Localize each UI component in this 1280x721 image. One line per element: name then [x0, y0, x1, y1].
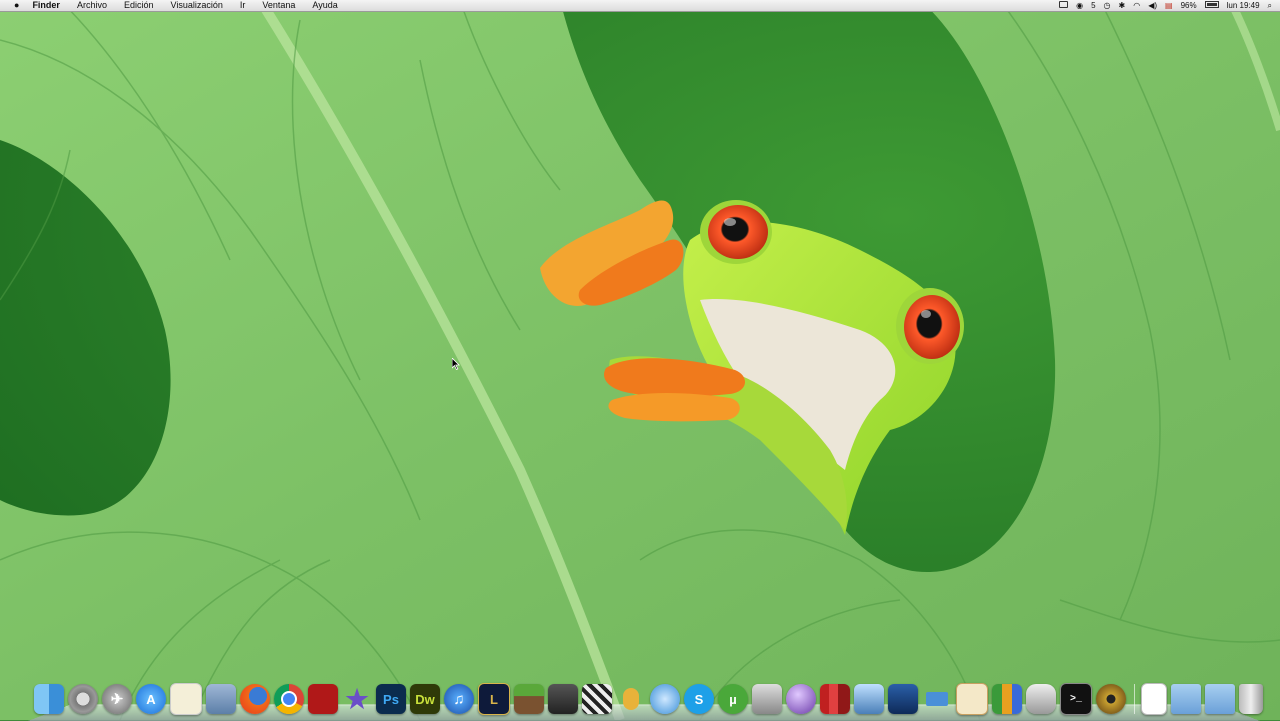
folder-icon[interactable]	[1171, 684, 1201, 714]
menu-bar: ● Finder Archivo Edición Visualización I…	[0, 0, 1280, 12]
system-preferences-icon[interactable]	[68, 684, 98, 714]
volume-icon[interactable]: ◀)	[1148, 0, 1157, 11]
imovie-star-icon[interactable]: ★	[342, 684, 372, 714]
notes-icon[interactable]	[170, 683, 202, 715]
firefox-icon[interactable]	[240, 684, 270, 714]
minecraft-icon[interactable]	[514, 684, 544, 714]
pineapple-icon[interactable]	[616, 684, 646, 714]
time-machine-icon[interactable]: ◷	[1104, 0, 1111, 11]
dock-apps: ✈ A ★ Ps Dw ♫ L S µ >_	[34, 682, 1267, 716]
menu-edicion[interactable]: Edición	[124, 0, 154, 11]
status-count[interactable]: 5	[1091, 0, 1095, 11]
launchpad-icon[interactable]: ✈	[102, 684, 132, 714]
numbers-icon[interactable]	[992, 684, 1022, 714]
itunes-label: ♫	[453, 690, 465, 708]
utorrent-label: µ	[729, 691, 737, 707]
xcode-icon[interactable]	[888, 684, 918, 714]
chrome-icon[interactable]	[274, 684, 304, 714]
apple-logo-icon[interactable]: ●	[14, 0, 19, 11]
app-store-label: A	[146, 691, 156, 707]
photoshop-label: Ps	[383, 691, 399, 707]
dreamweaver-icon[interactable]: Dw	[410, 684, 440, 714]
league-label: L	[490, 691, 498, 707]
sphere-icon[interactable]	[786, 684, 816, 714]
app-store-icon[interactable]: A	[136, 684, 166, 714]
finder-icon[interactable]	[34, 684, 64, 714]
disk-utility-icon[interactable]	[1026, 684, 1056, 714]
trash-icon[interactable]	[1239, 684, 1263, 714]
menu-bar-left: ● Finder Archivo Edición Visualización I…	[14, 0, 355, 11]
monitor-icon[interactable]	[854, 684, 884, 714]
steam-icon[interactable]	[548, 684, 578, 714]
utorrent-icon[interactable]: µ	[718, 684, 748, 714]
dock-separator	[1134, 684, 1135, 714]
downloads-folder-icon[interactable]	[1205, 684, 1235, 714]
menu-archivo[interactable]: Archivo	[77, 0, 107, 11]
search-icon[interactable]: ⌕	[1268, 0, 1272, 11]
menu-bar-status: ◉ 5 ◷ ✱ ◠ ◀) ▤ 96% lun 19:49 ⌕	[1051, 0, 1272, 11]
desktop-wallpaper	[0, 0, 1280, 720]
menu-ventana[interactable]: Ventana	[262, 0, 295, 11]
menu-visualizacion[interactable]: Visualización	[171, 0, 223, 11]
dock: ✈ A ★ Ps Dw ♫ L S µ >_	[28, 680, 1263, 721]
screen-record-icon[interactable]	[1059, 0, 1069, 11]
terminal-icon[interactable]: >_	[1060, 683, 1092, 715]
clock[interactable]: lun 19:49	[1227, 0, 1260, 11]
skype-icon[interactable]: S	[684, 684, 714, 714]
menu-ir[interactable]: Ir	[240, 0, 246, 11]
photo-booth-icon[interactable]	[308, 684, 338, 714]
flag-icon[interactable]: ▤	[1165, 0, 1173, 11]
wifi-icon[interactable]: ◠	[1133, 0, 1140, 11]
league-icon[interactable]: L	[478, 683, 510, 715]
bluetooth-icon[interactable]: ✱	[1119, 0, 1126, 11]
skype-label: S	[694, 691, 704, 707]
battery-percent[interactable]: 96%	[1181, 0, 1197, 11]
mouse-cursor-icon	[452, 358, 460, 370]
menu-ayuda[interactable]: Ayuda	[312, 0, 337, 11]
photoshop-icon[interactable]: Ps	[376, 684, 406, 714]
notification-icon[interactable]: ◉	[1076, 0, 1083, 11]
screen-capture-icon[interactable]	[752, 684, 782, 714]
document-icon[interactable]	[1141, 683, 1167, 715]
disc-icon[interactable]	[1096, 684, 1126, 714]
dreamweaver-label: Dw	[415, 691, 435, 707]
menu-app-name[interactable]: Finder	[32, 0, 60, 11]
battery-icon[interactable]	[1204, 0, 1219, 11]
itunes-icon[interactable]: ♫	[444, 684, 474, 714]
imovie-label: ★	[345, 684, 369, 714]
sync-icon[interactable]	[650, 684, 680, 714]
pages-icon[interactable]	[956, 683, 988, 715]
books-icon[interactable]	[820, 684, 850, 714]
preview-icon[interactable]	[206, 684, 236, 714]
terminal-label: >_	[1069, 693, 1082, 705]
clapperboard-icon[interactable]	[582, 684, 612, 714]
keynote-icon[interactable]	[922, 684, 952, 714]
